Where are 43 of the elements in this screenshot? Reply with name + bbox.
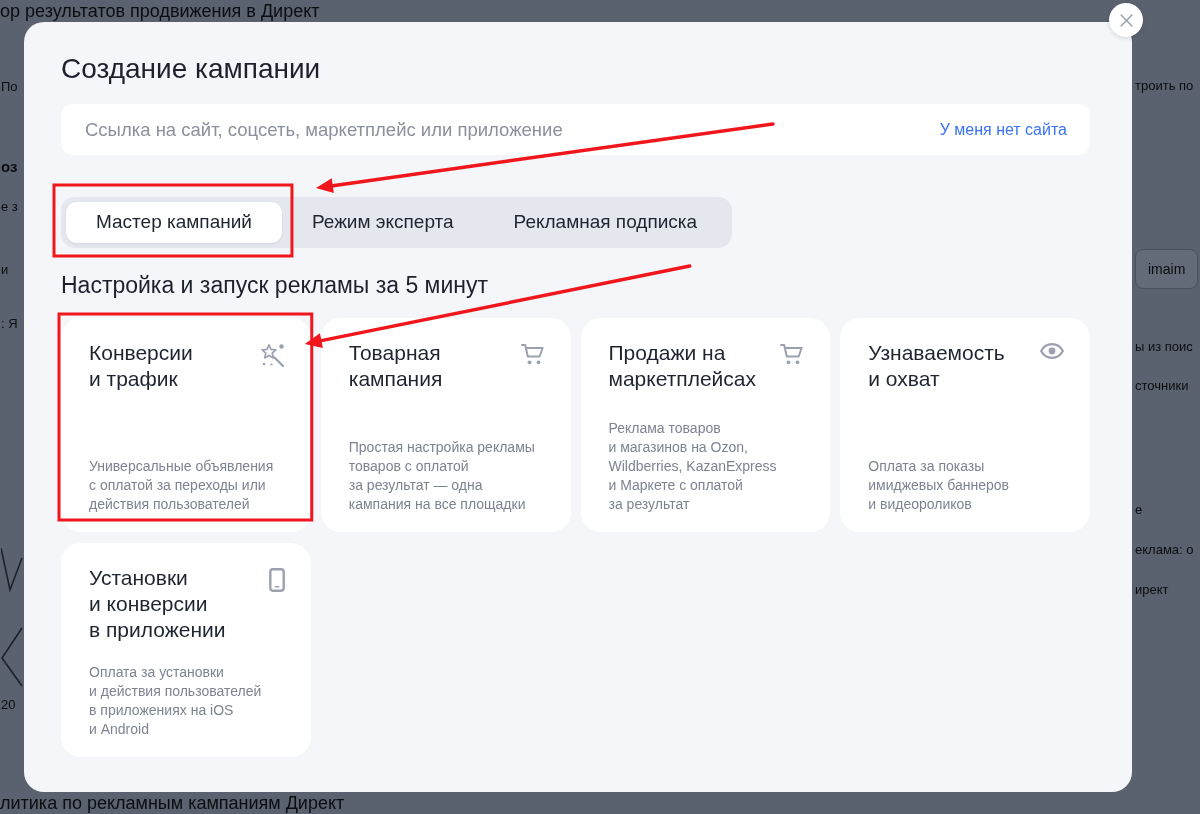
background-text: сточники (1135, 377, 1189, 395)
no-site-link[interactable]: У меня нет сайта (939, 117, 1067, 142)
close-icon (1119, 13, 1133, 27)
campaign-card[interactable]: Товарная кампания Простая настройка рекламы товаров с оплатой за результат — одна кампания на все площадки (320, 318, 571, 532)
background-text: е з (1, 198, 18, 216)
tab[interactable]: Рекламная подписка (483, 202, 728, 243)
background-text: троить по (1135, 77, 1194, 95)
card-title: Конверсии и трафик (89, 340, 193, 392)
background-text: По (1, 78, 18, 96)
card-description: Оплата за показы имиджевых баннеров и видеороликов (868, 457, 1010, 514)
background-text: 20 (1, 696, 16, 714)
dialog-title: Создание кампании (61, 52, 321, 86)
background-heading: ор результатов продвижения в Директ (0, 0, 320, 22)
background-text: ы из поис (1135, 338, 1193, 356)
card-title: Установки и конверсии в приложении (89, 565, 226, 643)
background-heading: литика по рекламным кампаниям Директ (0, 792, 345, 814)
background-text: ирект (1135, 581, 1169, 599)
cart-icon (780, 343, 805, 365)
phone-icon (268, 568, 285, 592)
campaign-card[interactable]: Продажи на маркетплейсах Реклама товаров и магазинов на Ozon, Wildberries, KazanExpress и Маркете с оплатой за результат (580, 318, 831, 532)
close-button[interactable] (1109, 3, 1143, 37)
card-description: Реклама товаров и магазинов на Ozon, Wildberries, KazanExpress и Маркете с оплатой за результат (608, 419, 778, 514)
campaign-card[interactable]: Узнаваемость и охват Оплата за показы имиджевых баннеров и видеороликов (840, 318, 1090, 532)
background-text: и (1, 261, 9, 279)
campaign-card[interactable]: Конверсии и трафик Универсальные объявления с оплатой за переходы или действия пользователей (61, 318, 311, 532)
eye-icon (1040, 343, 1064, 359)
tab[interactable]: Мастер кампаний (66, 202, 282, 243)
background-chip: imaim (1135, 249, 1199, 289)
background-text: еклама: о (1135, 541, 1194, 559)
card-title: Продажи на маркетплейсах (608, 340, 757, 392)
background-text: е (1135, 501, 1143, 519)
card-description: Универсальные объявления с оплатой за переходы или действия пользователей (89, 457, 275, 514)
tab[interactable]: Режим эксперта (281, 202, 484, 243)
card-title: Узнаваемость и охват (868, 340, 1005, 392)
cart-icon (520, 343, 545, 365)
background-text: : Я (1, 315, 18, 333)
background-heading: оз (1, 157, 18, 177)
magic-wand-icon (260, 343, 285, 367)
card-title: Товарная кампания (348, 340, 443, 392)
campaign-card[interactable]: Установки и конверсии в приложении Оплата за установки и действия пользователей в приложениях на iOS и Android (61, 543, 311, 757)
card-description: Простая настройка рекламы товаров с оплатой за результат — одна кампания на все площадки (348, 438, 536, 514)
section-title: Настройка и запуск рекламы за 5 минут (61, 272, 488, 298)
card-description: Оплата за установки и действия пользователей в приложениях на iOS и Android (89, 663, 263, 739)
